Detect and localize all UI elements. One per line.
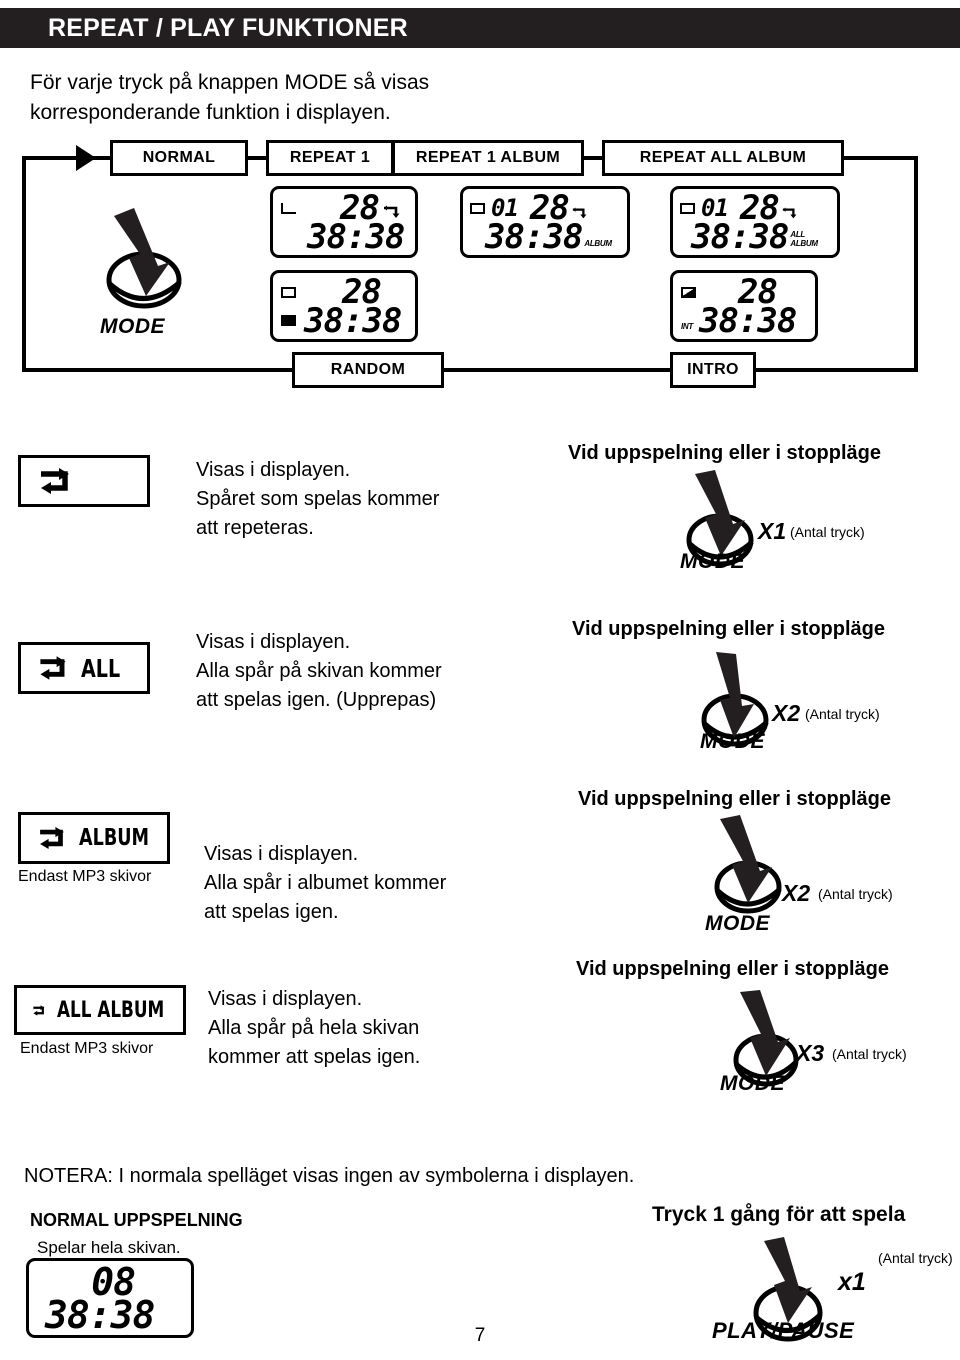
lcd-time: 38:38 [699, 300, 797, 341]
play-heading: Tryck 1 gång för att spela [652, 1203, 906, 1226]
lcd-time: 38:38 [691, 216, 789, 257]
symbol-label: ALBUM [79, 825, 150, 851]
lcd-disc-corner-icon [281, 202, 296, 214]
press-note-repeat-one: (Antal tryck) [790, 524, 865, 540]
press-note-repeat-all: (Antal tryck) [805, 706, 880, 722]
flow-arrow-head [76, 145, 96, 171]
lcd-disc-box-icon [470, 202, 485, 214]
mode-label-repeat-album: MODE [705, 912, 770, 935]
lcd-disc-box-icon [680, 202, 695, 214]
row-heading-repeat-all-album: Vid uppspelning eller i stoppläge [576, 958, 890, 980]
flow-box-random-label: RANDOM [330, 361, 406, 378]
mode-label-repeat-one: MODE [680, 550, 745, 573]
play-press-count: x1 [838, 1268, 866, 1296]
flow-line-bottom [22, 368, 918, 372]
page-number: 7 [474, 1325, 486, 1346]
lcd-disc-box-icon [281, 286, 296, 298]
lcd-repeat1album-top: 01 28 38:38 ALBUM [460, 186, 630, 258]
flow-connector-6 [632, 368, 672, 372]
note-text: NOTERA: I normala spelläget visas ingen … [24, 1165, 635, 1187]
row-description-repeat-all-album: Visas i displayen. Alla spår på hela ski… [208, 985, 588, 1072]
repeat-icon [33, 1004, 45, 1016]
press-note-repeat-all-album: (Antal tryck) [832, 1046, 907, 1062]
flow-box-normal-label: NORMAL [142, 149, 216, 166]
mode-label-repeat-all-album: MODE [720, 1072, 785, 1095]
desc-line: Visas i displayen. Alla spår på hela ski… [208, 988, 421, 1068]
flow-box-repeatallalbum-label: REPEAT ALL ALBUM [639, 149, 807, 166]
desc-line: Visas i displayen. Alla spår i albumet k… [204, 843, 447, 923]
row-heading-repeat-all: Vid uppspelning eller i stoppläge [572, 618, 886, 640]
lcd-time: 38:38 [304, 300, 402, 341]
mp3-note-repeat-all-album: Endast MP3 skivor [20, 1040, 154, 1057]
lcd-repeatallalbum-top: 01 28 38:38 ALL ALBUM [670, 186, 840, 258]
mp3-note-repeat-album: Endast MP3 skivor [18, 868, 152, 885]
lcd-random: 28 38:38 [270, 270, 418, 342]
mode-label-repeat-all: MODE [700, 730, 765, 753]
flow-box-intro-label: INTRO [687, 361, 739, 378]
flow-box-normal[interactable]: NORMAL [110, 140, 248, 176]
flow-box-repeatallalbum[interactable]: REPEAT ALL ALBUM [602, 140, 844, 176]
press-count-repeat-all: X2 [772, 700, 801, 726]
press-count-repeat-album: X2 [782, 880, 811, 906]
lcd-intro: 28 INT 38:38 [670, 270, 818, 342]
press-count-repeat-all-album: X3 [796, 1040, 825, 1066]
flow-box-repeat1-label: REPEAT 1 [289, 149, 371, 166]
desc-line: Visas i displayen. Alla spår på skivan k… [196, 631, 442, 711]
desc-line: Visas i displayen. Spåret som spelas kom… [196, 459, 440, 539]
symbol-box-repeat-all-album: ALL ALBUM [14, 985, 186, 1035]
lcd-random-marker-icon [281, 315, 296, 326]
lcd-tag-album: ALBUM [584, 239, 612, 248]
mode-knob-illustration[interactable] [96, 192, 206, 322]
symbol-label: ALL ALBUM [56, 997, 165, 1023]
lcd-tag-all: ALL [790, 229, 806, 239]
normal-playback-heading: NORMAL UPPSPELNING [30, 1210, 243, 1230]
row-heading-repeat-one: Vid uppspelning eller i stoppläge [568, 442, 882, 464]
symbol-box-repeat-one [18, 455, 150, 507]
lcd-time: 38:38 [307, 216, 405, 257]
normal-playback-sub: Spelar hela skivan. [37, 1238, 181, 1257]
row-description-repeat-album: Visas i displayen. Alla spår i albumet k… [204, 840, 584, 927]
flow-line-left [22, 156, 26, 372]
lcd-time: 38:38 [485, 216, 583, 257]
flow-connector-5 [442, 368, 462, 372]
lcd-disc-half-icon [681, 286, 696, 298]
flow-box-repeat1[interactable]: REPEAT 1 [266, 140, 394, 176]
mode-knob-icon [106, 208, 182, 309]
flow-box-random[interactable]: RANDOM [292, 352, 444, 388]
flow-box-repeat1album-label: REPEAT 1 ALBUM [415, 149, 561, 166]
flow-connector-4 [842, 156, 916, 160]
repeat-icon [41, 468, 69, 494]
page-title: REPEAT / PLAY FUNKTIONER [48, 14, 408, 42]
row-description-repeat-one: Visas i displayen. Spåret som spelas kom… [196, 456, 576, 543]
flow-line-right [914, 156, 918, 372]
flow-box-intro[interactable]: INTRO [670, 352, 756, 388]
row-heading-repeat-album: Vid uppspelning eller i stoppläge [578, 788, 892, 810]
play-press-note: (Antal tryck) [878, 1250, 953, 1266]
row-description-repeat-all: Visas i displayen. Alla spår på skivan k… [196, 628, 576, 715]
lcd-repeat1-top: 28 38:38 [270, 186, 418, 258]
repeat-icon [40, 826, 64, 850]
mode-knob-label: MODE [100, 315, 165, 338]
flow-connector-3 [582, 156, 604, 160]
intro-paragraph: För varje tryck på knappen MODE så visas… [30, 71, 430, 124]
symbol-box-repeat-album: ALBUM [18, 812, 170, 864]
flow-box-repeat1album[interactable]: REPEAT 1 ALBUM [392, 140, 584, 176]
press-note-repeat-album: (Antal tryck) [818, 886, 893, 902]
lcd-tag-album: ALBUM [790, 238, 818, 248]
flow-connector-1 [246, 156, 268, 160]
symbol-label: ALL [81, 653, 121, 683]
press-count-repeat-one: X1 [758, 518, 787, 544]
symbol-box-repeat-all: ALL [18, 642, 150, 694]
repeat-icon [40, 656, 66, 680]
lcd-tag-int: INT [681, 322, 693, 331]
mode-flow-diagram: NORMAL REPEAT 1 REPEAT 1 ALBUM REPEAT AL… [22, 140, 922, 398]
